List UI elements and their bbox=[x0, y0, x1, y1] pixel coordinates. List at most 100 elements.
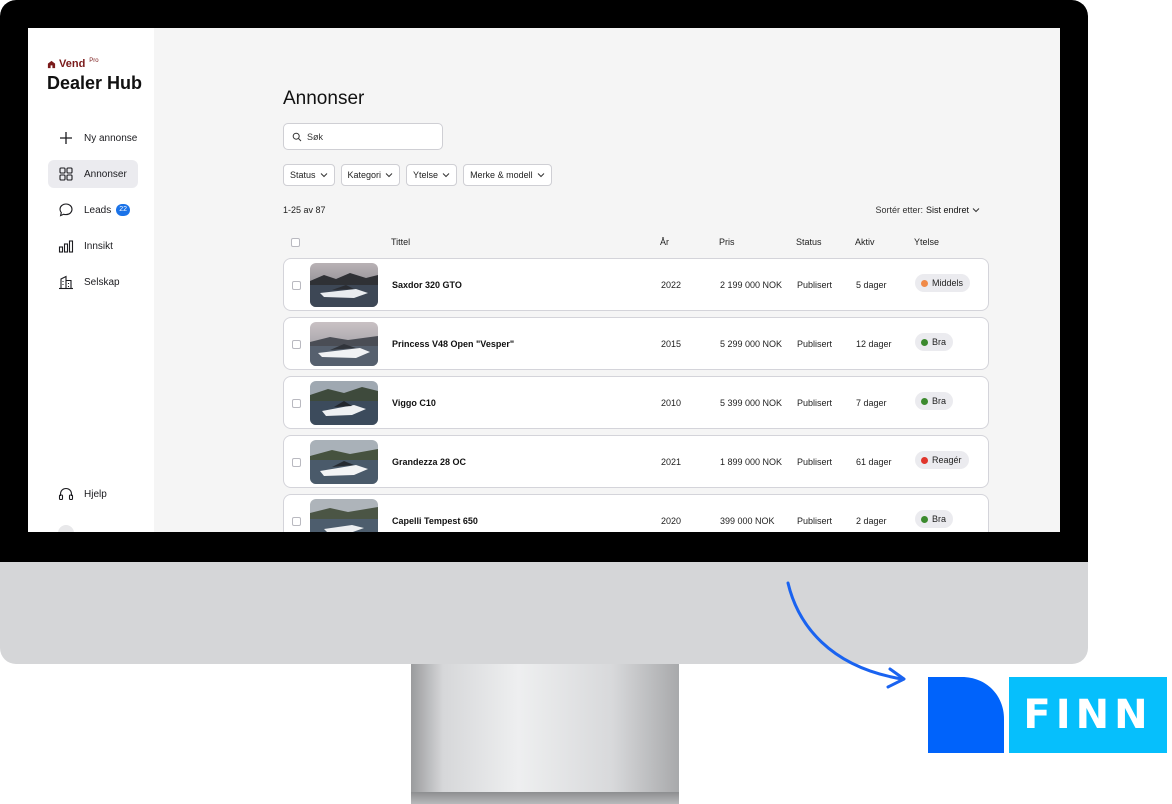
select-all-checkbox[interactable] bbox=[291, 238, 300, 247]
performance-label: Bra bbox=[932, 514, 947, 524]
curved-arrow-icon bbox=[786, 581, 906, 689]
listing-year: 2022 bbox=[661, 280, 682, 290]
filter-performance[interactable]: Ytelse bbox=[406, 164, 458, 186]
listing-title[interactable]: Saxdor 320 GTO bbox=[392, 280, 462, 290]
column-header-title[interactable]: Tittel bbox=[391, 237, 410, 247]
listing-status: Publisert bbox=[797, 398, 833, 408]
listing-year: 2010 bbox=[661, 398, 682, 408]
sidebar-item-label: Selskap bbox=[84, 276, 120, 288]
sidebar-item-ads[interactable]: Annonser bbox=[48, 160, 138, 188]
performance-dot bbox=[921, 456, 928, 464]
row-checkbox[interactable] bbox=[292, 281, 301, 290]
filter-label: Ytelse bbox=[413, 170, 439, 180]
filter-make-model[interactable]: Merke & modell bbox=[463, 164, 552, 186]
sidebar-item-label: Innsikt bbox=[84, 240, 113, 252]
column-header-active[interactable]: Aktiv bbox=[855, 237, 875, 247]
monitor-stand-base bbox=[411, 792, 679, 804]
building-icon bbox=[59, 275, 73, 290]
avatar[interactable] bbox=[58, 525, 74, 532]
chevron-down-icon bbox=[442, 173, 450, 178]
column-header-status[interactable]: Status bbox=[796, 237, 822, 247]
table-header: Tittel År Pris Status Aktiv Ytelse bbox=[283, 235, 989, 249]
sidebar-item-insights[interactable]: Innsikt bbox=[48, 232, 138, 260]
listing-status: Publisert bbox=[797, 516, 833, 526]
chat-bubble-icon bbox=[59, 203, 73, 217]
result-count: 1-25 av 87 bbox=[283, 205, 326, 215]
chevron-down-icon bbox=[320, 173, 327, 178]
leads-count-badge: 22 bbox=[116, 204, 131, 216]
performance-badge: Middels bbox=[915, 274, 971, 292]
column-header-price[interactable]: Pris bbox=[719, 237, 735, 247]
filter-bar: Status Kategori Ytelse Merke & modell bbox=[283, 164, 552, 186]
performance-badge: Bra bbox=[915, 333, 954, 351]
boat-thumbnail bbox=[310, 322, 378, 366]
performance-label: Reagér bbox=[932, 455, 962, 465]
grid-icon bbox=[59, 167, 73, 181]
listing-year: 2021 bbox=[661, 457, 682, 467]
row-checkbox[interactable] bbox=[292, 517, 301, 526]
brand-logo[interactable]: Vend Pro bbox=[47, 58, 99, 70]
listing-title[interactable]: Princess V48 Open "Vesper" bbox=[392, 339, 514, 349]
screen: Vend Pro Dealer Hub Ny annonse Annonser … bbox=[28, 28, 1060, 532]
table-row[interactable]: Saxdor 320 GTO 2022 2 199 000 NOK Publis… bbox=[283, 258, 989, 311]
sidebar-item-label: Hjelp bbox=[84, 488, 107, 500]
row-checkbox[interactable] bbox=[292, 458, 301, 467]
headset-icon bbox=[58, 487, 74, 501]
sidebar-item-label: Annonser bbox=[84, 168, 127, 180]
search-placeholder: Søk bbox=[307, 131, 324, 142]
app-title: Dealer Hub bbox=[47, 73, 143, 93]
sort-dropdown[interactable]: Sortér etter: Sist endret bbox=[875, 205, 980, 215]
filter-label: Kategori bbox=[347, 170, 382, 180]
table-row[interactable]: Grandezza 28 OC 2021 1 899 000 NOK Publi… bbox=[283, 435, 989, 488]
sort-label: Sortér etter: bbox=[875, 205, 923, 215]
sidebar-item-new-ad[interactable]: Ny annonse bbox=[48, 124, 138, 152]
finn-logo: FINN bbox=[1009, 677, 1167, 753]
boat-thumbnail bbox=[310, 440, 378, 484]
row-checkbox[interactable] bbox=[292, 399, 301, 408]
search-input[interactable]: Søk bbox=[283, 123, 443, 150]
main-content: Annonser Søk Status Kategori Ytelse Merk… bbox=[154, 28, 1048, 532]
chevron-down-icon bbox=[385, 173, 393, 178]
listing-status: Publisert bbox=[797, 457, 833, 467]
plus-icon bbox=[60, 132, 72, 144]
performance-dot bbox=[921, 338, 928, 346]
column-header-year[interactable]: År bbox=[660, 237, 669, 247]
filter-status[interactable]: Status bbox=[283, 164, 335, 186]
table-row[interactable]: Princess V48 Open "Vesper" 2015 5 299 00… bbox=[283, 317, 989, 370]
listing-price: 1 899 000 NOK bbox=[720, 457, 783, 467]
listing-price: 399 000 NOK bbox=[720, 516, 775, 526]
page-title: Annonser bbox=[283, 88, 365, 109]
listing-title[interactable]: Grandezza 28 OC bbox=[392, 457, 466, 467]
sidebar-item-leads[interactable]: Leads 22 bbox=[48, 196, 138, 224]
sidebar-item-label: Ny annonse bbox=[84, 132, 138, 144]
filter-category[interactable]: Kategori bbox=[340, 164, 401, 186]
performance-label: Bra bbox=[932, 337, 947, 347]
boat-thumbnail bbox=[310, 499, 378, 532]
sidebar-item-company[interactable]: Selskap bbox=[48, 268, 138, 296]
finn-logo-text: FINN bbox=[1023, 692, 1153, 738]
listing-year: 2015 bbox=[661, 339, 682, 349]
sidebar-nav: Ny annonse Annonser Leads 22 Innsikt Sel… bbox=[48, 124, 138, 304]
column-header-performance[interactable]: Ytelse bbox=[914, 237, 939, 247]
table-row[interactable]: Viggo C10 2010 5 399 000 NOK Publisert 7… bbox=[283, 376, 989, 429]
sidebar-item-help[interactable]: Hjelp bbox=[58, 486, 107, 502]
sidebar: Vend Pro Dealer Hub Ny annonse Annonser … bbox=[28, 28, 154, 532]
performance-label: Middels bbox=[932, 278, 964, 288]
table-row[interactable]: Capelli Tempest 650 2020 399 000 NOK Pub… bbox=[283, 494, 989, 532]
listing-price: 5 399 000 NOK bbox=[720, 398, 783, 408]
monitor-stand bbox=[411, 664, 679, 792]
filter-label: Merke & modell bbox=[470, 170, 533, 180]
listing-title[interactable]: Viggo C10 bbox=[392, 398, 436, 408]
listing-active-days: 12 dager bbox=[856, 339, 892, 349]
listing-status: Publisert bbox=[797, 280, 833, 290]
chevron-down-icon bbox=[972, 208, 980, 213]
listing-active-days: 61 dager bbox=[856, 457, 892, 467]
listing-title[interactable]: Capelli Tempest 650 bbox=[392, 516, 478, 526]
performance-badge: Reagér bbox=[915, 451, 969, 469]
performance-dot bbox=[921, 515, 928, 523]
performance-badge: Bra bbox=[915, 510, 954, 528]
sort-value: Sist endret bbox=[925, 205, 969, 215]
sidebar-item-label: Leads bbox=[84, 204, 112, 216]
row-checkbox[interactable] bbox=[292, 340, 301, 349]
filter-label: Status bbox=[290, 170, 316, 180]
